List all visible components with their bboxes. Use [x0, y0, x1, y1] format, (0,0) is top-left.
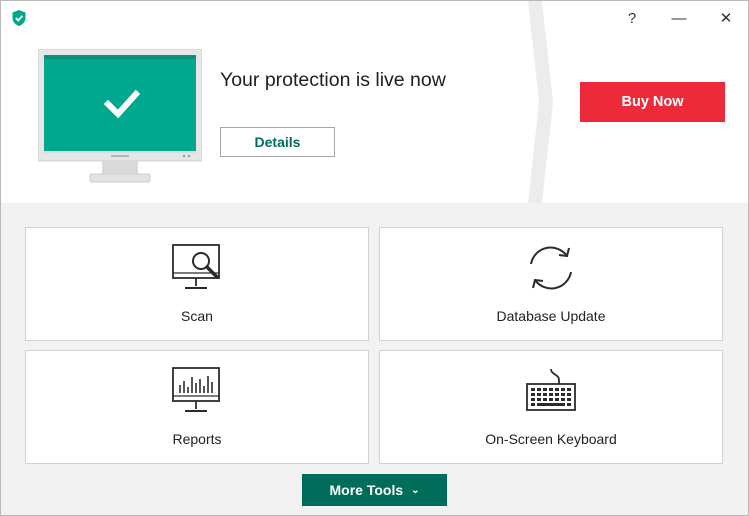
status-header: ? — ✕ Your protection is live now Detail…: [1, 1, 748, 203]
close-button[interactable]: ✕: [714, 7, 738, 29]
keyboard-icon: [526, 368, 576, 411]
minimize-button[interactable]: —: [667, 7, 691, 29]
more-tools-button[interactable]: More Tools ⌄: [302, 474, 447, 506]
details-button[interactable]: Details: [220, 127, 335, 157]
help-button[interactable]: ?: [620, 7, 644, 29]
scan-label: Scan: [181, 308, 213, 324]
update-icon: [530, 246, 572, 290]
app-shield-icon: [12, 10, 26, 26]
on-screen-keyboard-label: On-Screen Keyboard: [485, 431, 617, 447]
more-tools-label: More Tools: [329, 482, 404, 498]
database-update-tile[interactable]: Database Update: [379, 227, 723, 341]
app-window: ? — ✕ Your protection is live now Detail…: [0, 0, 749, 516]
on-screen-keyboard-tile[interactable]: On-Screen Keyboard: [379, 350, 723, 464]
buy-now-button[interactable]: Buy Now: [580, 82, 725, 122]
reports-label: Reports: [172, 431, 222, 447]
reports-icon: [172, 367, 220, 412]
database-update-label: Database Update: [496, 308, 606, 324]
scan-icon: [172, 244, 220, 289]
reports-tile[interactable]: Reports: [25, 350, 369, 464]
protection-status-title: Your protection is live now: [220, 69, 446, 91]
chevron-down-icon: ⌄: [411, 484, 420, 496]
scan-tile[interactable]: Scan: [25, 227, 369, 341]
protected-monitor-icon: [38, 49, 202, 183]
